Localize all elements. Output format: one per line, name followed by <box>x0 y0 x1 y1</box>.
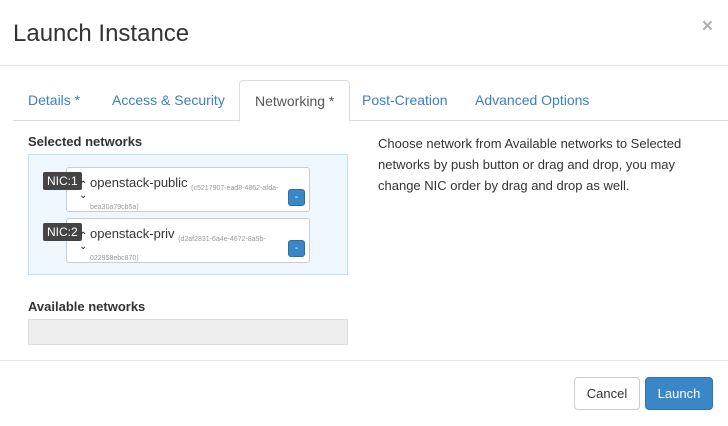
modal-title: Launch Instance <box>13 20 190 47</box>
available-networks-list[interactable] <box>28 319 348 345</box>
tab-details[interactable]: Details * <box>13 80 95 121</box>
tab-post-creation[interactable]: Post-Creation <box>347 80 463 121</box>
remove-network-button[interactable]: - <box>288 240 305 257</box>
tab-bar: Details * Access & Security Networking *… <box>13 80 728 122</box>
networking-help-text: Choose network from Available networks t… <box>378 136 682 193</box>
sort-arrows-icon[interactable]: ⌃ ⌄ <box>79 181 87 201</box>
network-id: openstack-public (c5217907-ead8-4862-afd… <box>90 185 279 211</box>
modal-footer: Cancel Launch <box>0 360 728 426</box>
launch-instance-modal: Launch Instance × Details * Access & Sec… <box>0 0 728 426</box>
modal-header: Launch Instance × <box>0 0 728 66</box>
nic-order-badge: NIC:2 <box>43 223 82 241</box>
available-networks-label: Available networks <box>28 299 146 314</box>
nic-order-badge: NIC:1 <box>43 172 82 190</box>
tab-access-security[interactable]: Access & Security <box>97 80 240 121</box>
launch-button[interactable]: Launch <box>645 377 713 410</box>
tab-advanced-options[interactable]: Advanced Options <box>460 80 604 121</box>
tab-networking[interactable]: Networking * <box>239 80 351 122</box>
network-id: openstack-priv (d2af2831-6a4e-4672-8a9b-… <box>90 236 266 262</box>
selected-network-item[interactable]: NIC:1 ⌃⌄ openstack-public openstack-publ… <box>43 167 310 212</box>
cancel-button[interactable]: Cancel <box>574 377 640 410</box>
close-icon[interactable]: × <box>702 17 713 37</box>
selected-networks-list[interactable]: NIC:1 ⌃⌄ openstack-public openstack-publ… <box>28 154 348 275</box>
selected-networks-label: Selected networks <box>28 134 143 149</box>
remove-network-button[interactable]: - <box>288 189 305 206</box>
sort-arrows-icon[interactable]: ⌃ ⌄ <box>79 232 87 252</box>
selected-network-item[interactable]: NIC:2 ⌃⌄ openstack-priv openstack-priv (… <box>43 218 310 263</box>
